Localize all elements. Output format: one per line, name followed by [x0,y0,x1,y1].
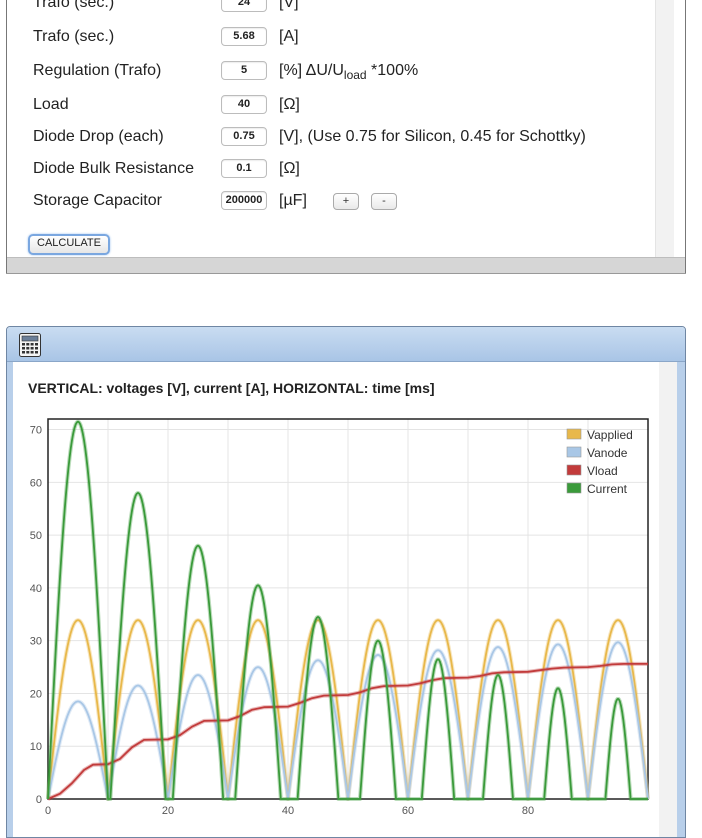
y-tick-label: 30 [30,636,42,648]
x-tick-label: 80 [522,805,534,817]
legend-label: Vload [587,464,618,478]
unit-text: [A] [279,28,299,45]
unit-label: [V] [279,0,299,12]
unit-label: [A] [279,28,299,46]
field-label: Load [33,96,69,113]
calculate-button[interactable]: CALCULATE [28,234,110,255]
unit-text: [Ω] [279,96,300,113]
scrollbar[interactable] [655,0,674,257]
legend-swatch [566,446,582,458]
value-input[interactable]: 24 [221,0,267,12]
unit-text: [Ω] [279,160,300,177]
legend-label: Vapplied [587,428,633,442]
y-tick-label: 40 [30,583,42,595]
unit-label: [V], (Use 0.75 for Silicon, 0.45 for Sch… [279,128,586,146]
y-tick-label: 20 [30,688,42,700]
value-input[interactable]: 40 [221,95,267,114]
field-label: Trafo (sec.) [33,28,115,45]
x-tick-label: 40 [282,805,294,817]
unit-label: [Ω] [279,160,300,178]
unit-text: *100% [366,62,419,79]
y-tick-label: 60 [30,477,42,489]
value-input[interactable]: 0.1 [221,159,267,178]
unit-label: [Ω] [279,96,300,114]
waveform-chart: 0 10 20 30 40 50 60 70 0 20 40 60 80 Vapplied Vanode Vl… [30,418,650,817]
field-label: Trafo (sec.) [33,0,115,11]
value-input[interactable]: 5 [221,61,267,80]
y-tick-label: 10 [30,741,42,753]
field-label: Storage Capacitor [33,192,162,209]
unit-label: [%] ΔU/Uload *100% [279,62,418,82]
x-tick-label: 20 [162,805,174,817]
unit-subscript: load [343,68,367,83]
x-tick-label: 60 [402,805,414,817]
increase-capacitor-button[interactable]: + [333,193,359,210]
unit-text: [%] ΔU/U [279,62,344,79]
field-label: Diode Bulk Resistance [33,160,194,177]
legend-label: Current [587,482,628,496]
decrease-capacitor-button[interactable]: - [371,193,397,210]
legend-swatch [566,482,582,494]
value-input[interactable]: 0.75 [221,127,267,146]
value-input[interactable]: 5.68 [221,27,267,46]
y-tick-label: 50 [30,530,42,542]
value-input[interactable]: 200000 [221,191,267,210]
field-label: Regulation (Trafo) [33,62,162,79]
y-tick-label: 70 [30,425,42,437]
input-panel: Trafo (sec.) 24 [V] Trafo (sec.) 5.68 [A] Regu… [6,0,686,273]
chart-window: VERTICAL: voltages [V], current [A], HOR… [6,326,686,838]
legend-label: Vanode [587,446,628,460]
unit-label: [µF] [279,192,307,210]
horizontal-scrollbar[interactable] [7,257,685,273]
legend-swatch [566,464,582,476]
x-tick-label: 0 [45,805,51,817]
unit-text: [V], (Use 0.75 for Silicon, 0.45 for Sch… [279,128,586,145]
unit-text: [V] [279,0,299,11]
y-tick-label: 0 [36,794,42,806]
legend-swatch [566,428,582,440]
unit-text: [µF] [279,192,307,209]
field-label: Diode Drop (each) [33,128,164,145]
